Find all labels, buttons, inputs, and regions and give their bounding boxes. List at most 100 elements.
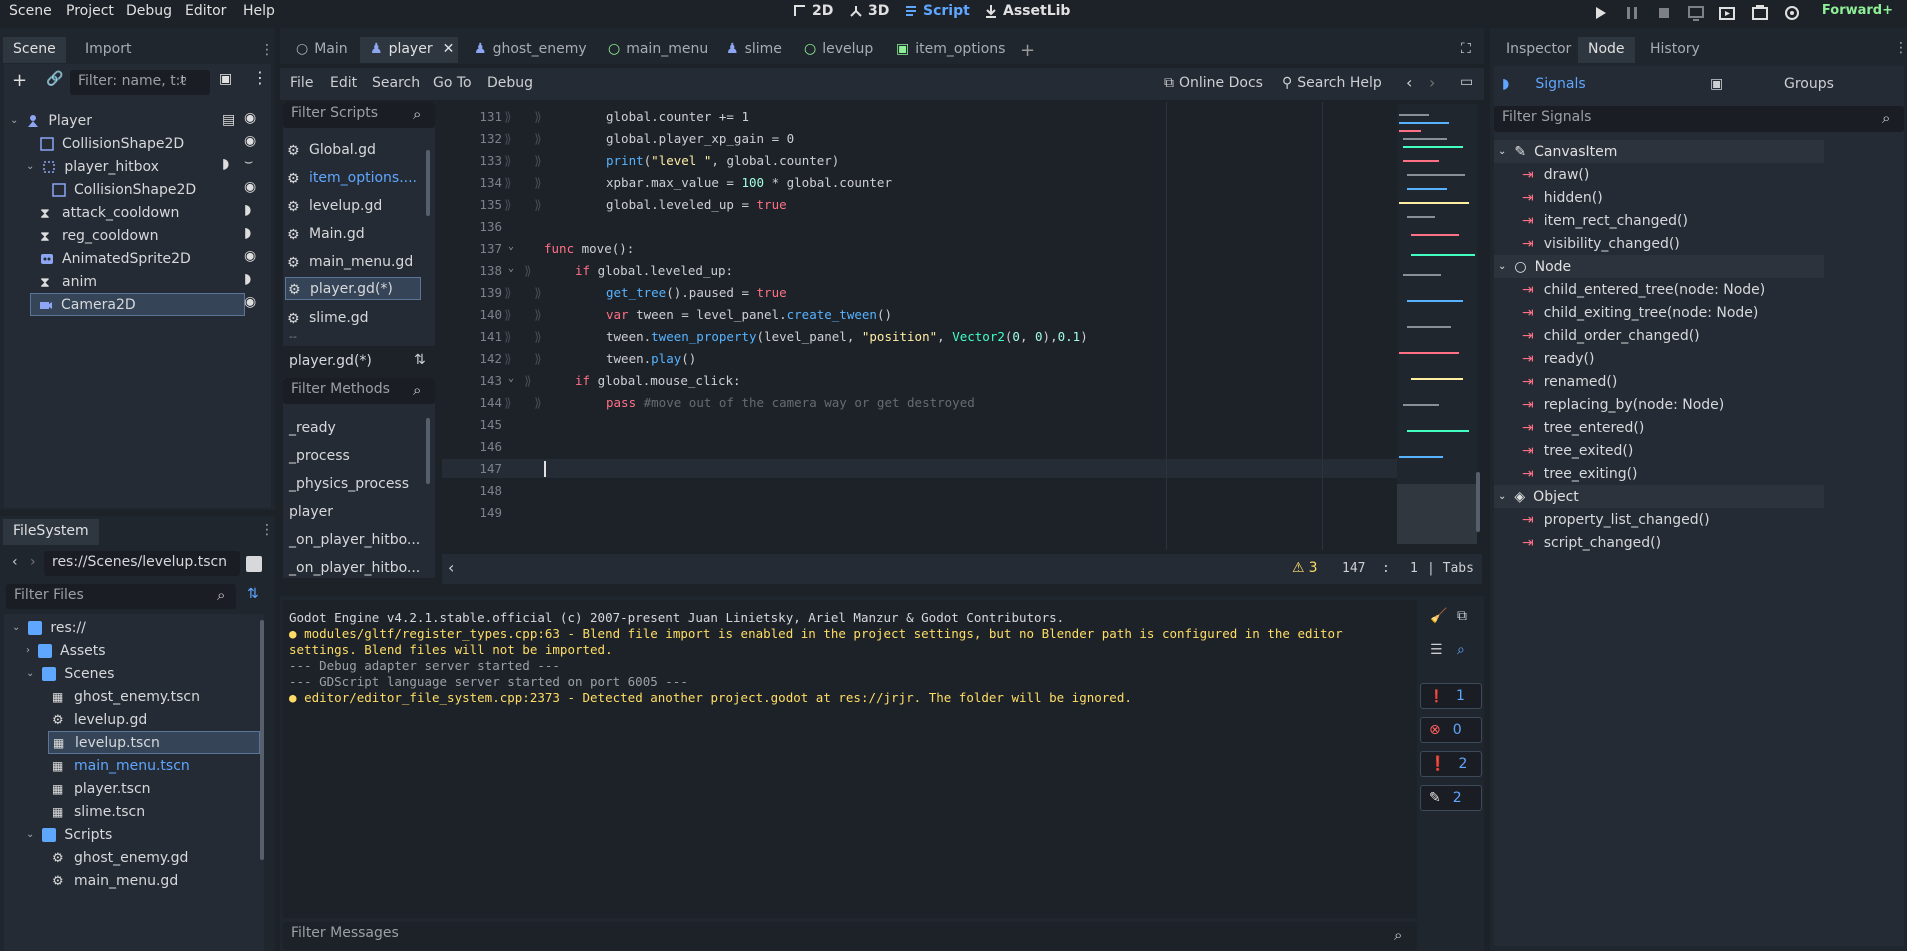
chevron-down-icon[interactable]: ⌄: [1498, 491, 1506, 502]
play-icon[interactable]: [1591, 4, 1609, 22]
dock-menu-icon[interactable]: ⋮: [1894, 40, 1907, 56]
script-item-global[interactable]: ⚙ Global.gd: [287, 138, 376, 161]
signal-item[interactable]: ⇥ hidden(): [1522, 186, 1603, 209]
search-help-button[interactable]: ⚲ Search Help: [1282, 75, 1382, 91]
chevron-down-icon[interactable]: ⌄: [1498, 146, 1506, 157]
visibility-icon[interactable]: ◉: [244, 110, 256, 126]
visibility-icon[interactable]: ⌣: [244, 154, 253, 170]
tab-main-menu[interactable]: ○ main_menu: [598, 37, 718, 63]
script-item-player[interactable]: ⚙ player.gd(*): [285, 277, 421, 300]
chevron-down-icon[interactable]: ⌄: [26, 829, 34, 840]
signal-category-node[interactable]: ⌄ ○ Node: [1494, 255, 1824, 278]
chevron-down-icon[interactable]: ⌄: [12, 622, 20, 633]
scene-filter-input[interactable]: Filter: name, t:t: [70, 70, 210, 95]
file-item-main-menu-gd[interactable]: ⚙ main_menu.gd: [52, 869, 178, 892]
script-item-main[interactable]: ⚙ Main.gd: [287, 222, 365, 245]
back-icon[interactable]: ‹: [12, 554, 18, 570]
chevron-down-icon[interactable]: ⌄: [1498, 261, 1506, 272]
add-node-icon[interactable]: +: [12, 70, 27, 91]
tab-filesystem[interactable]: FileSystem: [3, 519, 99, 545]
scrollbar[interactable]: [260, 620, 264, 860]
signal-item[interactable]: ⇥ tree_exiting(): [1522, 462, 1638, 485]
tab-import[interactable]: Import: [75, 37, 141, 63]
minimap[interactable]: [1397, 104, 1477, 544]
script-menu-edit[interactable]: Edit: [330, 75, 357, 91]
filter-warnings-button[interactable]: ❗ 2: [1420, 751, 1482, 777]
tab-levelup[interactable]: ○ levelup: [794, 37, 883, 63]
link-icon[interactable]: 🔗: [46, 71, 63, 87]
tree-item-reg-cooldown[interactable]: ⧗ reg_cooldown: [40, 224, 158, 247]
menu-scene[interactable]: Scene: [9, 3, 52, 19]
file-item-scenes[interactable]: ⌄ Scenes: [26, 662, 114, 685]
mode-3d-button[interactable]: 3D: [849, 3, 889, 19]
file-item-levelup-gd[interactable]: ⚙ levelup.gd: [52, 708, 147, 731]
online-docs-button[interactable]: ⧉ Online Docs: [1164, 75, 1263, 91]
dock-menu-icon[interactable]: ⋮: [260, 522, 274, 538]
visibility-icon[interactable]: ◉: [244, 179, 256, 195]
script-menu-debug[interactable]: Debug: [487, 75, 533, 91]
indent-mode[interactable]: | Tabs: [1427, 561, 1474, 576]
collapse-icon[interactable]: ☰: [1430, 642, 1443, 658]
tab-history[interactable]: History: [1640, 37, 1710, 63]
filter-log-button[interactable]: ❗ 1: [1420, 683, 1482, 709]
script-item-slime[interactable]: ⚙ slime.gd: [287, 306, 369, 329]
script-item-main-menu[interactable]: ⚙ main_menu.gd: [287, 250, 413, 273]
tree-item-camera2d[interactable]: Camera2D: [30, 293, 245, 316]
visibility-icon[interactable]: ◉: [244, 294, 256, 310]
tab-main[interactable]: ○ Main: [286, 37, 358, 63]
history-back-icon[interactable]: ‹: [1406, 73, 1412, 92]
fold-icon[interactable]: ⌄: [508, 373, 514, 384]
toggle-split-icon[interactable]: [246, 556, 262, 572]
tree-item-anim[interactable]: ⧗ anim: [40, 270, 97, 293]
method-item[interactable]: _on_player_hitbo...: [289, 528, 420, 551]
pause-icon[interactable]: [1623, 4, 1641, 22]
play-scene-icon[interactable]: [1718, 4, 1736, 22]
add-tab-icon[interactable]: +: [1020, 40, 1035, 61]
tab-player[interactable]: ♟ player ✕: [360, 37, 458, 63]
signal-item[interactable]: ⇥ visibility_changed(): [1522, 232, 1680, 255]
remote-debug-icon[interactable]: [1687, 4, 1705, 22]
script-icon[interactable]: ▤: [222, 112, 235, 128]
tab-groups[interactable]: Groups: [1784, 76, 1834, 92]
script-menu-search[interactable]: Search: [372, 75, 420, 91]
sort-icon[interactable]: ⇅: [414, 352, 426, 368]
signal-item[interactable]: ⇥ script_changed(): [1522, 531, 1661, 554]
file-item-slime-tscn[interactable]: ▦ slime.tscn: [52, 800, 145, 823]
menu-editor[interactable]: Editor: [185, 3, 226, 19]
filter-files-input[interactable]: Filter Files: [6, 584, 236, 609]
sort-icon[interactable]: ⇅: [247, 586, 259, 602]
copy-icon[interactable]: ⧉: [1457, 608, 1467, 624]
signal-icon[interactable]: ◗: [244, 202, 251, 218]
mode-assetlib-button[interactable]: AssetLib: [984, 3, 1070, 19]
signal-icon[interactable]: ◗: [222, 156, 229, 172]
signal-item[interactable]: ⇥ tree_exited(): [1522, 439, 1633, 462]
menu-project[interactable]: Project: [66, 3, 114, 19]
tab-scene[interactable]: Scene: [3, 37, 66, 63]
signal-category-canvasitem[interactable]: ⌄ ✎ CanvasItem: [1494, 140, 1824, 163]
file-item-main-menu-tscn[interactable]: ▦ main_menu.tscn: [52, 754, 190, 777]
tab-item-options[interactable]: ▣ item_options: [886, 37, 1015, 63]
method-item[interactable]: player: [289, 500, 333, 523]
signal-item[interactable]: ⇥ child_order_changed(): [1522, 324, 1700, 347]
history-forward-icon[interactable]: ›: [1429, 73, 1435, 92]
tree-item-player-hitbox[interactable]: ⌄ player_hitbox: [26, 155, 159, 178]
search-toggle-icon[interactable]: ⌕: [1457, 642, 1465, 658]
warnings-button[interactable]: ⚠ 3: [1292, 560, 1317, 576]
signal-item[interactable]: ⇥ child_exiting_tree(node: Node): [1522, 301, 1758, 324]
stop-icon[interactable]: [1655, 4, 1673, 22]
tree-item-collisionshape[interactable]: CollisionShape2D: [40, 132, 184, 155]
file-item-ghost-enemy-tscn[interactable]: ▦ ghost_enemy.tscn: [52, 685, 200, 708]
toggle-panel-icon[interactable]: ▭: [1460, 74, 1473, 90]
filter-signals-input[interactable]: Filter Signals: [1494, 106, 1904, 132]
renderer-selector[interactable]: Forward+: [1822, 3, 1893, 18]
script-menu-goto[interactable]: Go To: [433, 75, 472, 91]
scene-options-icon[interactable]: ⋮: [252, 68, 268, 87]
signal-item[interactable]: ⇥ ready(): [1522, 347, 1594, 370]
signal-item[interactable]: ⇥ renamed(): [1522, 370, 1617, 393]
signal-item[interactable]: ⇥ draw(): [1522, 163, 1589, 186]
script-menu-file[interactable]: File: [290, 75, 313, 91]
chevron-down-icon[interactable]: ⌄: [26, 668, 34, 679]
attach-script-icon[interactable]: ▣: [219, 71, 232, 87]
close-icon[interactable]: ✕: [443, 41, 455, 59]
signal-item[interactable]: ⇥ item_rect_changed(): [1522, 209, 1688, 232]
